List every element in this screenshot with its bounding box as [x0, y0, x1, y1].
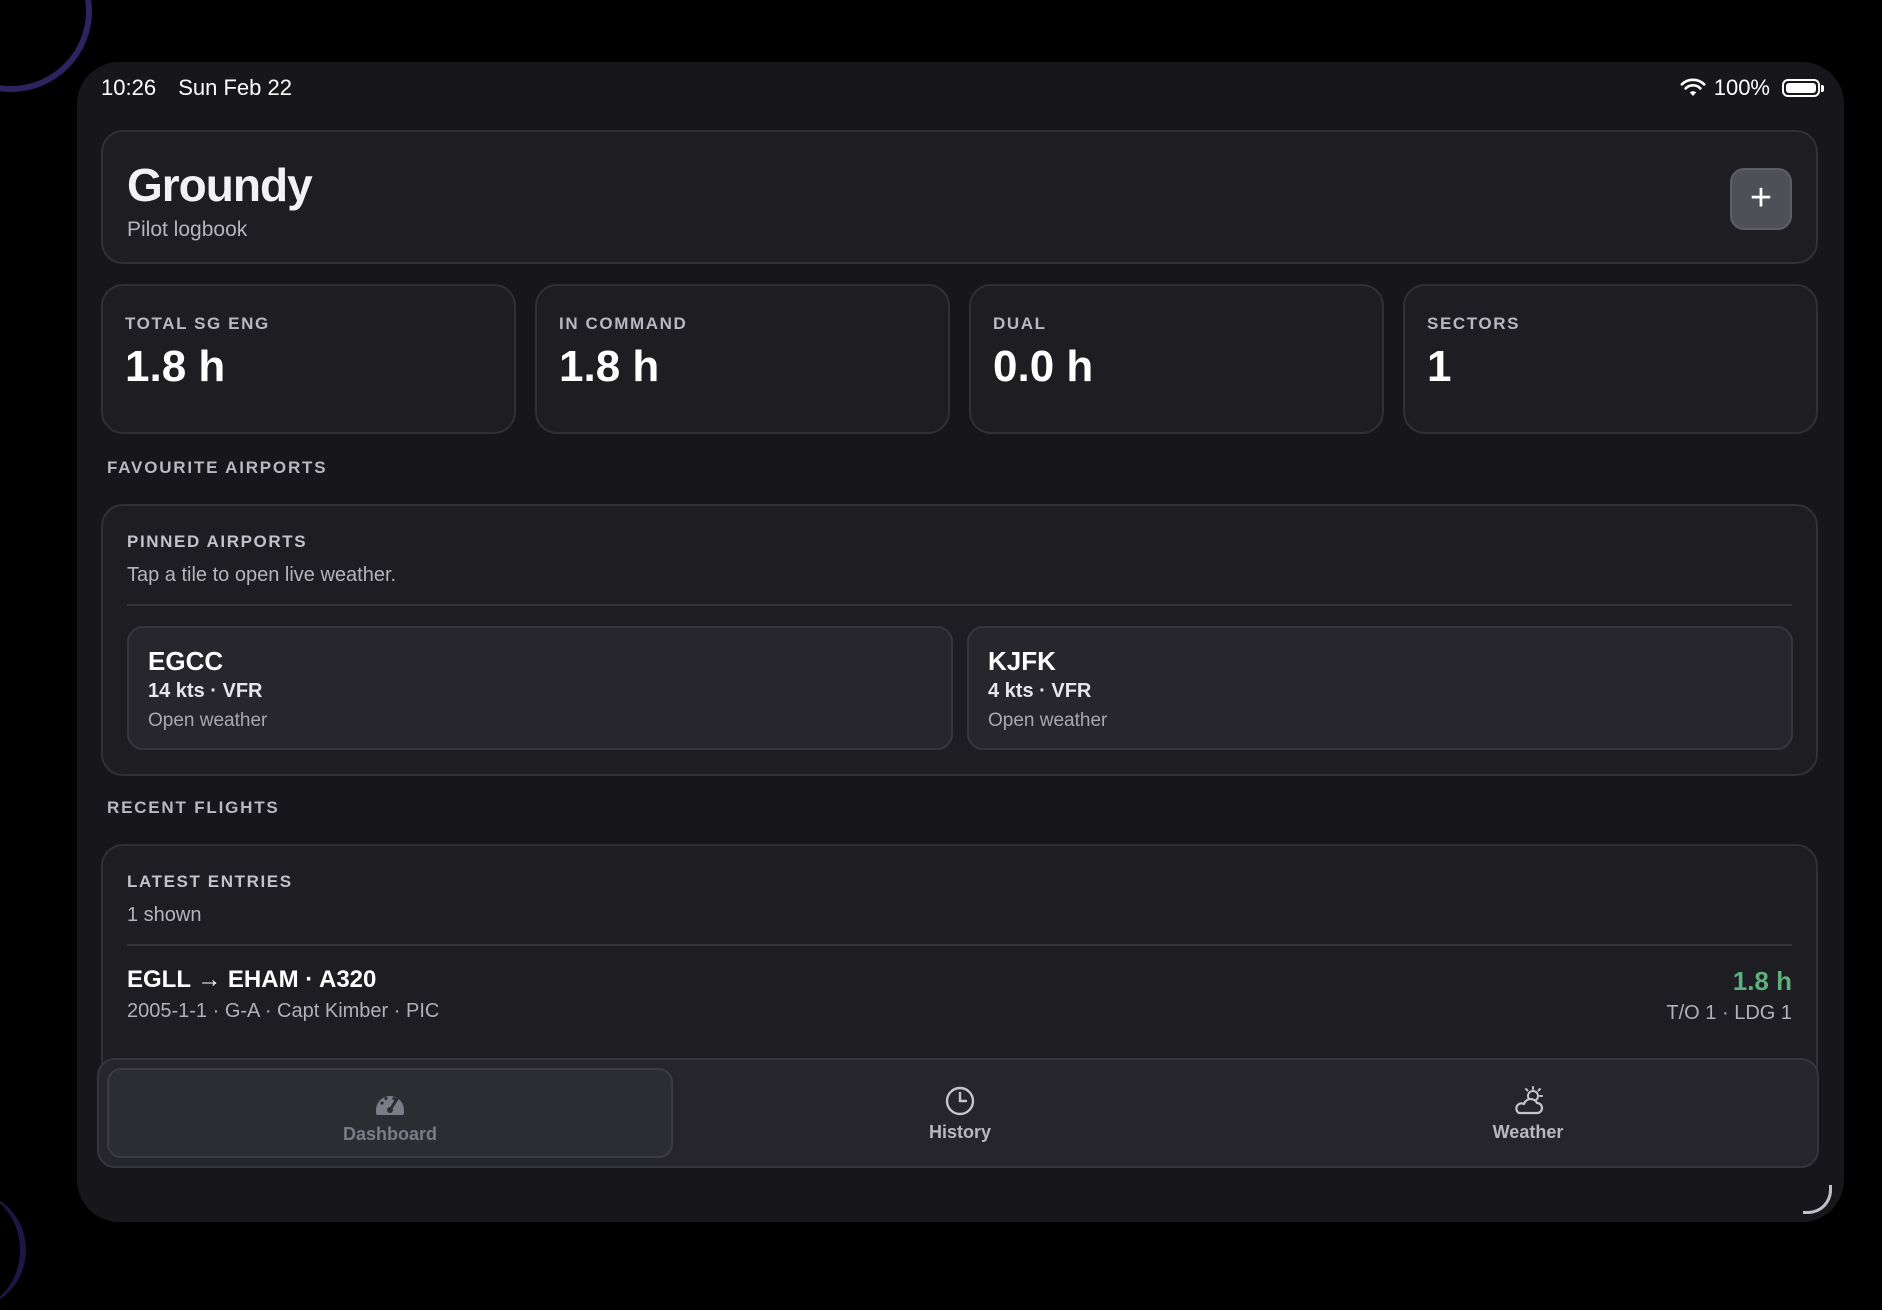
status-date: Sun Feb 22	[178, 75, 292, 100]
divider	[127, 604, 1792, 606]
stat-value: 1	[1427, 342, 1452, 391]
card-title: LATEST ENTRIES	[127, 872, 293, 891]
header-card: Groundy Pilot logbook +	[101, 130, 1818, 264]
stat-value: 0.0 h	[993, 342, 1094, 391]
airport-tile-egcc[interactable]: EGCC 14 kts · VFR Open weather	[127, 626, 953, 750]
flight-counts: T/O 1 · LDG 1	[1666, 1002, 1792, 1024]
pinned-airports-card: PINNED AIRPORTS Tap a tile to open live …	[101, 504, 1818, 776]
airport-code: EGCC	[148, 646, 224, 676]
flight-row[interactable]: EGLL → EHAM · A320 2005-1-1 · G-A · Capt…	[127, 966, 1792, 1036]
device-bezel-edge	[0, 1190, 26, 1310]
stat-label: SECTORS	[1427, 314, 1521, 333]
airport-meta: 14 kts · VFR	[148, 680, 263, 702]
stat-value: 1.8 h	[559, 342, 660, 391]
flight-details: 2005-1-1 · G-A · Capt Kimber · PIC	[127, 1000, 440, 1022]
app-title: Groundy	[127, 159, 313, 211]
section-title-favourite-airports: FAVOURITE AIRPORTS	[107, 458, 328, 477]
stat-label: IN COMMAND	[559, 314, 688, 333]
flight-time: 1.8 h	[1732, 966, 1792, 996]
battery-percent: 100%	[1713, 75, 1770, 100]
open-weather-link: Open weather	[148, 710, 268, 731]
tab-bar: Dashboard History Weather	[97, 1058, 1819, 1168]
battery-icon	[1782, 79, 1824, 97]
stat-card-dual: DUAL 0.0 h	[969, 284, 1384, 434]
tab-dashboard[interactable]: Dashboard	[107, 1068, 673, 1158]
stat-card-sectors: SECTORS 1	[1403, 284, 1818, 434]
airport-meta: 4 kts · VFR	[988, 680, 1092, 702]
stat-card-total-sg-eng: TOTAL SG ENG 1.8 h	[101, 284, 516, 434]
stat-label: TOTAL SG ENG	[125, 314, 270, 333]
partly-cloudy-icon	[1515, 1086, 1544, 1115]
stat-value: 1.8 h	[125, 342, 226, 391]
status-right: 100%	[1680, 75, 1824, 101]
section-title-recent-flights: RECENT FLIGHTS	[107, 798, 280, 817]
wifi-icon	[1680, 78, 1706, 96]
tab-label: Dashboard	[342, 1124, 438, 1144]
open-weather-link: Open weather	[988, 710, 1108, 731]
app-subtitle: Pilot logbook	[127, 218, 248, 241]
tab-history[interactable]: History	[677, 1068, 1243, 1158]
tab-label: History	[928, 1122, 991, 1142]
stat-card-in-command: IN COMMAND 1.8 h	[535, 284, 950, 434]
app-screen: 10:26 Sun Feb 22 100% Groundy Pilot logb…	[77, 62, 1844, 1222]
status-left: 10:26 Sun Feb 22	[101, 75, 292, 101]
card-subtitle: Tap a tile to open live weather.	[127, 564, 397, 586]
tab-label: Weather	[1492, 1122, 1564, 1142]
status-bar: 10:26 Sun Feb 22 100%	[77, 62, 1844, 112]
gauge-icon	[376, 1096, 404, 1115]
resize-handle-icon	[1803, 1185, 1832, 1214]
stat-label: DUAL	[993, 314, 1047, 333]
flight-route: EGLL → EHAM · A320	[127, 966, 377, 993]
divider	[127, 944, 1792, 946]
card-title: PINNED AIRPORTS	[127, 532, 308, 551]
airport-tile-kjfk[interactable]: KJFK 4 kts · VFR Open weather	[967, 626, 1793, 750]
tab-weather[interactable]: Weather	[1245, 1068, 1811, 1158]
airport-code: KJFK	[988, 646, 1056, 676]
card-subtitle: 1 shown	[127, 904, 202, 926]
clock-icon	[945, 1086, 975, 1116]
add-flight-button[interactable]: +	[1730, 168, 1792, 230]
status-time: 10:26	[101, 75, 157, 100]
